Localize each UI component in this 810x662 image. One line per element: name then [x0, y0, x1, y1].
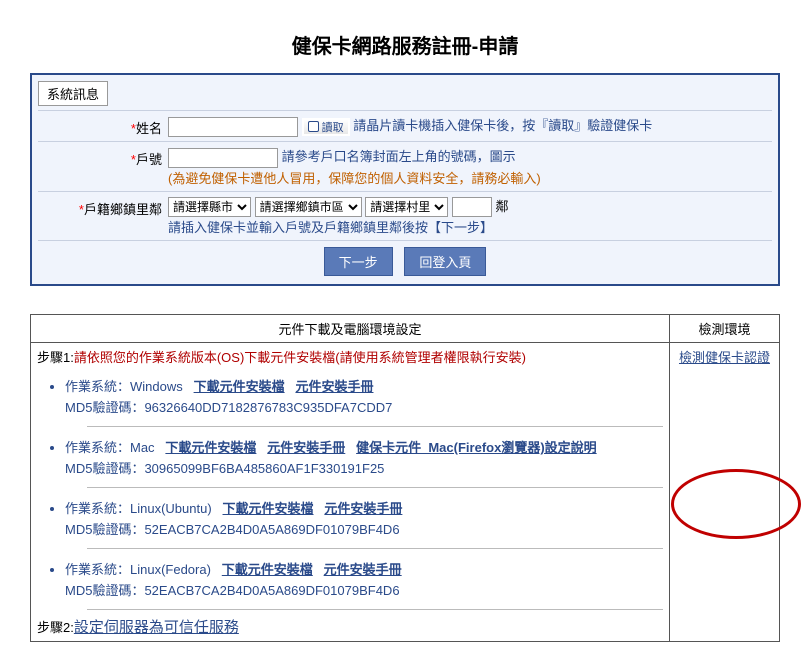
household-input[interactable] — [168, 148, 278, 168]
mac-firefox-setup-link[interactable]: 健保卡元件_Mac(Firefox瀏覽器)設定說明 — [356, 440, 597, 455]
system-message-tab[interactable]: 系統訊息 — [38, 81, 108, 106]
downloads-cell: 步驟1:請依照您的作業系統版本(OS)下載元件安裝檔(請使用系統管理者權限執行安… — [31, 343, 670, 642]
md5-text: MD5驗證碼：52EACB7CA2B4D0A5A869DF01079BF4D6 — [65, 519, 663, 538]
page-title: 健保卡網路服務註冊-申請 — [30, 30, 780, 59]
separator — [87, 609, 663, 610]
header-downloads: 元件下載及電腦環境設定 — [31, 315, 670, 343]
os-item-windows: 作業系統：Windows 下載元件安裝檔 元件安裝手冊 MD5驗證碼：96326… — [65, 376, 663, 416]
download-installer-link[interactable]: 下載元件安裝檔 — [222, 562, 313, 577]
os-item-linux-ubuntu: 作業系統：Linux(Ubuntu) 下載元件安裝檔 元件安裝手冊 MD5驗證碼… — [65, 498, 663, 538]
label-household: 戶號 — [136, 152, 162, 167]
os-item-linux-fedora: 作業系統：Linux(Fedora) 下載元件安裝檔 元件安裝手冊 MD5驗證碼… — [65, 559, 663, 599]
separator — [87, 548, 663, 549]
step1-text: 請依照您的作業系統版本(OS)下載元件安裝檔(請使用系統管理者權限執行安裝) — [74, 350, 526, 365]
md5-text: MD5驗證碼：52EACB7CA2B4D0A5A869DF01079BF4D6 — [65, 580, 663, 599]
os-name: 作業系統：Linux(Fedora) — [65, 562, 211, 577]
separator — [87, 426, 663, 427]
village-select[interactable]: 請選擇村里 — [365, 197, 448, 217]
label-address: 戶籍鄉鎮里鄰 — [84, 202, 162, 217]
read-card-button[interactable]: 讀取 — [302, 118, 350, 136]
download-installer-link[interactable]: 下載元件安裝檔 — [165, 440, 256, 455]
highlight-ring — [671, 469, 801, 539]
row-name: *姓名 讀取 請晶片讀卡機插入健保卡後，按『讀取』驗證健保卡 — [38, 110, 772, 141]
address-hint: 請插入健保卡並輸入戶號及戶籍鄉鎮里鄰後按【下一步】 — [168, 220, 493, 235]
install-manual-link[interactable]: 元件安裝手冊 — [324, 501, 402, 516]
os-list: 作業系統：Windows 下載元件安裝檔 元件安裝手冊 MD5驗證碼：96326… — [65, 376, 663, 610]
name-hint: 請晶片讀卡機插入健保卡後，按『讀取』驗證健保卡 — [353, 118, 652, 133]
label-name: 姓名 — [136, 121, 162, 136]
install-manual-link[interactable]: 元件安裝手冊 — [267, 440, 345, 455]
addr-suffix: 鄰 — [496, 199, 509, 214]
step2-row: 步驟2:設定伺服器為可信任服務 — [37, 616, 663, 637]
download-installer-link[interactable]: 下載元件安裝檔 — [223, 501, 314, 516]
os-name: 作業系統：Linux(Ubuntu) — [65, 501, 212, 516]
download-installer-link[interactable]: 下載元件安裝檔 — [194, 379, 285, 394]
os-name: 作業系統：Windows — [65, 379, 183, 394]
neighborhood-input[interactable] — [452, 197, 492, 217]
county-select[interactable]: 請選擇縣市 — [168, 197, 251, 217]
step2-label: 步驟2: — [37, 620, 74, 635]
row-household: *戶號 請參考戶口名簿封面左上角的號碼，圖示 (為避免健保卡遭他人冒用，保障您的… — [38, 141, 772, 191]
install-manual-link[interactable]: 元件安裝手冊 — [295, 379, 373, 394]
back-to-login-button[interactable]: 回登入頁 — [404, 247, 486, 276]
md5-text: MD5驗證碼：96326640DD7182876783C935DFA7CDD7 — [65, 397, 663, 416]
name-input[interactable] — [168, 117, 298, 137]
separator — [87, 487, 663, 488]
install-manual-link[interactable]: 元件安裝手冊 — [324, 562, 402, 577]
register-form-panel: 系統訊息 *姓名 讀取 請晶片讀卡機插入健保卡後，按『讀取』驗證健保卡 *戶號 … — [30, 73, 780, 286]
download-table: 元件下載及電腦環境設定 檢測環境 步驟1:請依照您的作業系統版本(OS)下載元件… — [30, 314, 780, 642]
detect-cell: 檢測健保卡認證 — [670, 343, 780, 642]
detect-card-auth-link[interactable]: 檢測健保卡認證 — [679, 350, 770, 365]
household-warning: (為避免健保卡遭他人冒用，保障您的個人資料安全，請務必輸入) — [168, 171, 541, 186]
os-name: 作業系統：Mac — [65, 440, 155, 455]
header-detect: 檢測環境 — [670, 315, 780, 343]
md5-text: MD5驗證碼：30965099BF6BA485860AF1F330191F25 — [65, 458, 663, 477]
os-item-mac: 作業系統：Mac 下載元件安裝檔 元件安裝手冊 健保卡元件_Mac(Firefo… — [65, 437, 663, 477]
next-button[interactable]: 下一步 — [324, 247, 393, 276]
step1-label: 步驟1: — [37, 350, 74, 365]
form-buttons: 下一步 回登入頁 — [38, 240, 772, 278]
town-select[interactable]: 請選擇鄉鎮市區 — [255, 197, 362, 217]
row-address: *戶籍鄉鎮里鄰 請選擇縣市 請選擇鄉鎮市區 請選擇村里 鄰 請插入健保卡並輸入戶… — [38, 191, 772, 241]
household-hint: 請參考戶口名簿封面左上角的號碼，圖示 — [282, 149, 516, 164]
card-icon — [308, 121, 319, 132]
